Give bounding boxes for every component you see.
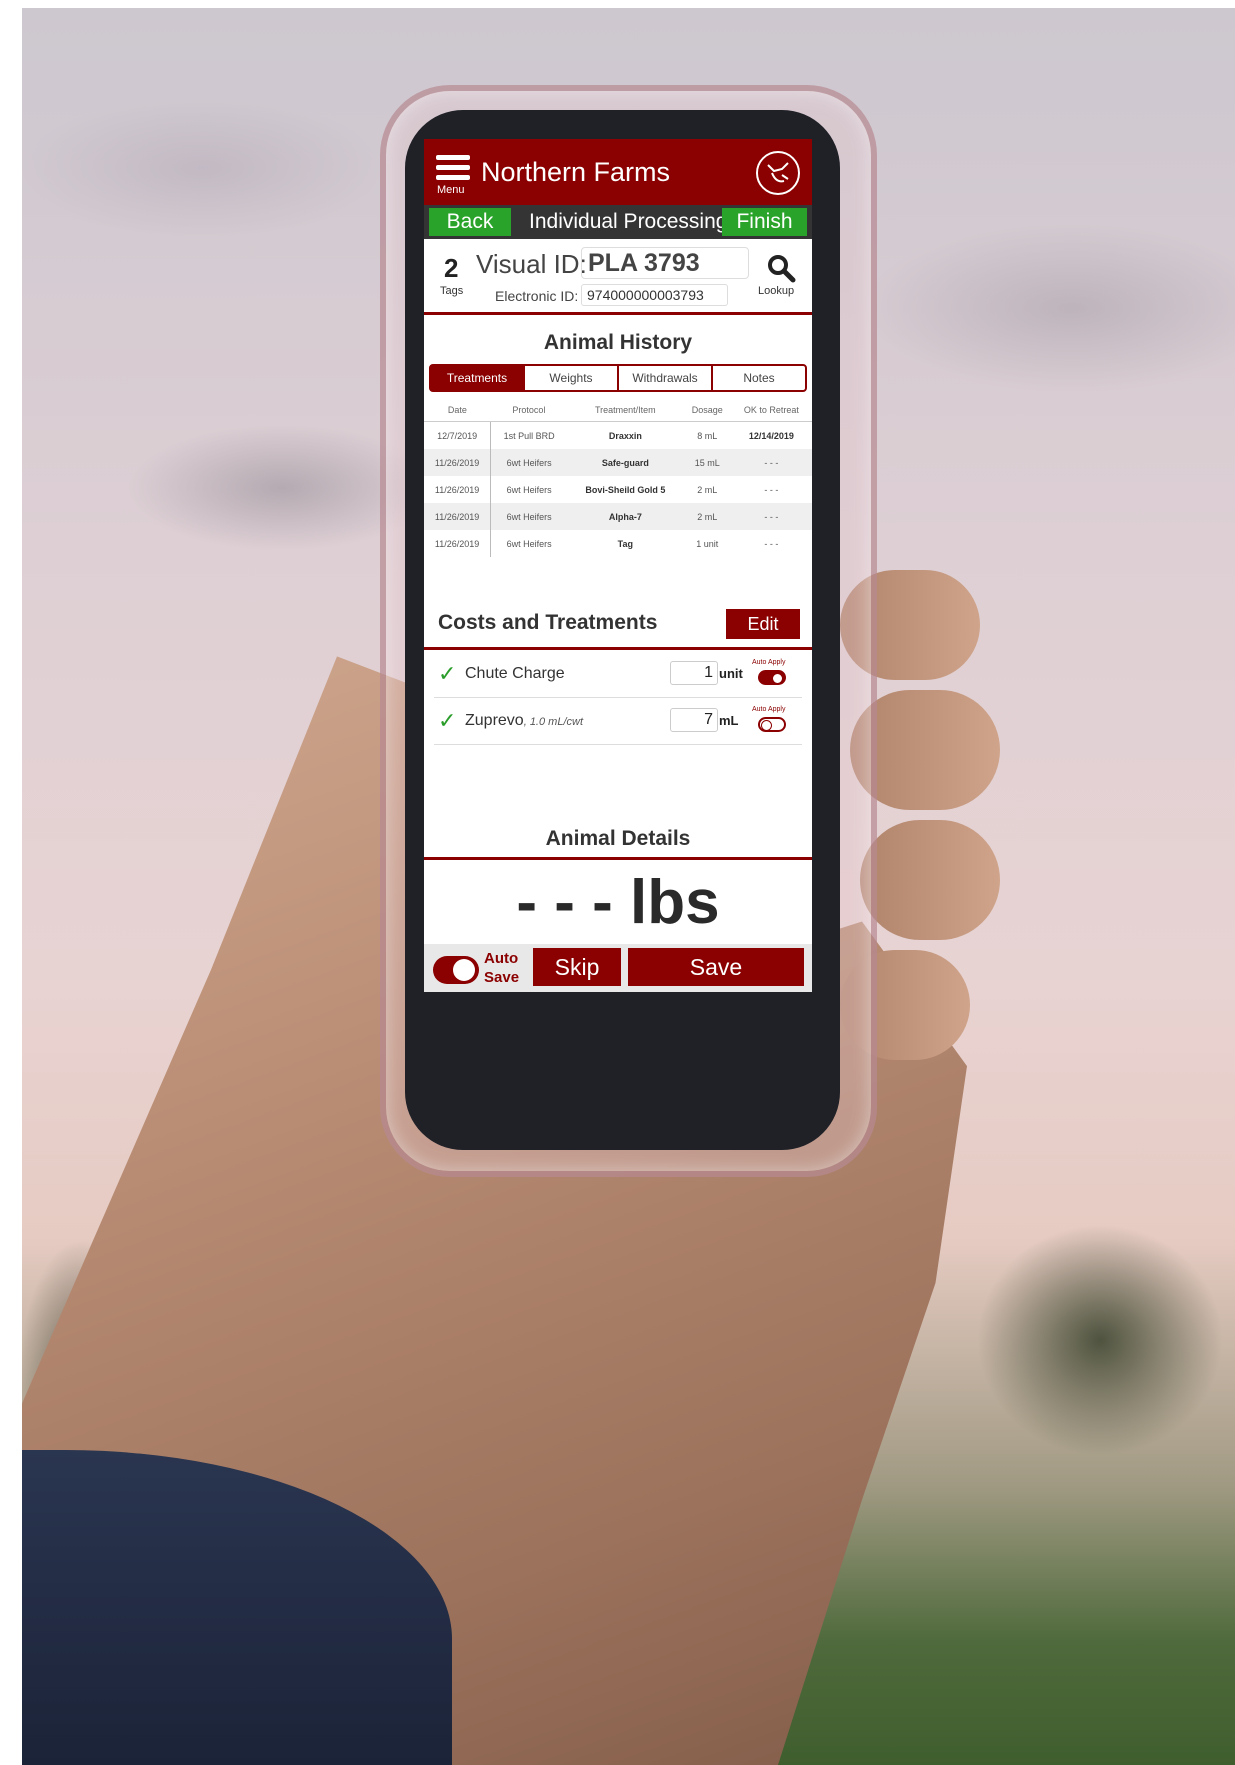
edit-button[interactable]: Edit <box>726 609 800 639</box>
cell-item: Safe-guard <box>566 449 684 476</box>
page-title: Individual Processing <box>529 210 728 233</box>
cell-date: 11/26/2019 <box>424 530 492 557</box>
menu-label: Menu <box>437 184 465 196</box>
hamburger-menu-icon[interactable] <box>436 155 470 181</box>
cell-dosage: 2 mL <box>697 484 718 495</box>
cost-item-name: Chute Charge <box>465 665 565 682</box>
cell-date: 11/26/2019 <box>424 449 492 476</box>
tab-treatments[interactable]: Treatments <box>431 366 525 390</box>
auto-apply-label: Auto Apply <box>752 659 786 666</box>
column-header: Treatment/Item <box>566 399 684 422</box>
auto-apply-label: Auto Apply <box>752 706 786 713</box>
electronic-id-label: Electronic ID: <box>495 288 579 304</box>
cost-item-chute-charge[interactable]: ✓ Chute Charge 1 unit Auto Apply <box>434 651 802 698</box>
cell-retreat: - - - <box>730 449 812 476</box>
column-header: Date <box>424 399 491 422</box>
cell-item: Draxxin <box>608 430 642 441</box>
history-tabs: Treatments Weights Withdrawals Notes <box>429 364 807 392</box>
bull-logo-icon <box>756 151 800 195</box>
table-row[interactable]: 11/26/2019 6wt Heifers Alpha-7 2 mL - - … <box>424 503 812 530</box>
table-row[interactable]: 11/26/2019 6wt Heifers Safe-guard 15 mL … <box>424 449 812 476</box>
tags-label: Tags <box>440 285 464 297</box>
costs-title: Costs and Treatments <box>438 611 658 634</box>
cell-dosage: 8 mL <box>697 430 718 441</box>
farm-title: Northern Farms <box>481 157 671 187</box>
treatment-history-table: Date Protocol Treatment/Item Dosage OK t… <box>424 399 812 557</box>
visual-id-label: Visual ID: <box>476 249 587 279</box>
cost-item-name: Zuprevo, 1.0 mL/cwt <box>465 712 583 729</box>
cell-item: Bovi-Sheild Gold 5 <box>585 484 666 495</box>
cell-protocol: 1st Pull BRD <box>503 430 555 441</box>
lookup-label[interactable]: Lookup <box>758 285 794 297</box>
cell-retreat: - - - <box>730 503 812 530</box>
tab-weights[interactable]: Weights <box>525 366 619 390</box>
cell-dosage: 15 mL <box>683 449 731 476</box>
nav-bar: Back Individual Processing Finish <box>424 205 812 239</box>
cell-retreat: 12/14/2019 <box>748 430 794 441</box>
tag-count: 2 <box>444 253 459 283</box>
background-trees-right <box>930 1170 1235 1470</box>
tab-notes[interactable]: Notes <box>713 366 805 390</box>
cell-protocol: 6wt Heifers <box>506 484 552 495</box>
quantity-field[interactable]: 1 <box>670 661 718 685</box>
cell-item: Alpha-7 <box>566 503 684 530</box>
divider <box>424 647 812 650</box>
app-screen: Menu Northern Farms Back Individual Proc… <box>424 139 812 992</box>
cell-retreat: - - - <box>764 484 779 495</box>
cell-dosage: 1 unit <box>696 538 719 549</box>
cell-retreat: - - - <box>764 538 779 549</box>
auto-apply-toggle[interactable] <box>758 717 786 732</box>
back-button[interactable]: Back <box>429 208 511 236</box>
tab-withdrawals[interactable]: Withdrawals <box>619 366 713 390</box>
quantity-field[interactable]: 7 <box>670 708 718 732</box>
column-header: OK to Retreat <box>730 399 812 422</box>
app-header: Menu Northern Farms <box>424 139 812 205</box>
auto-save-label: Auto Save <box>484 950 520 986</box>
table-row[interactable]: 11/26/2019 6wt Heifers Bovi-Sheild Gold … <box>424 476 812 503</box>
cell-date: 11/26/2019 <box>424 503 492 530</box>
cell-protocol: 6wt Heifers <box>490 503 567 530</box>
skip-button[interactable]: Skip <box>533 948 621 986</box>
divider <box>424 312 812 315</box>
cost-item-zuprevo[interactable]: ✓ Zuprevo, 1.0 mL/cwt 7 mL Auto Apply <box>434 698 802 745</box>
checkmark-icon[interactable]: ✓ <box>438 661 456 687</box>
visual-id-field[interactable]: PLA 3793 <box>581 247 749 279</box>
unit-label: unit <box>719 666 743 681</box>
weight-readout: - - - lbs <box>516 868 720 937</box>
finish-button[interactable]: Finish <box>722 208 807 236</box>
save-button[interactable]: Save <box>628 948 804 986</box>
cell-date: 12/7/2019 <box>424 421 492 449</box>
cell-protocol: 6wt Heifers <box>506 538 552 549</box>
column-header: Protocol <box>490 399 567 422</box>
search-icon[interactable] <box>766 253 796 283</box>
cell-date: 11/26/2019 <box>424 476 492 503</box>
bottom-action-bar: Auto Save Skip Save <box>424 944 812 992</box>
divider <box>424 857 812 860</box>
electronic-id-field[interactable]: 974000000003793 <box>581 284 728 306</box>
table-row[interactable]: 12/7/2019 1st Pull BRD Draxxin 8 mL 12/1… <box>424 421 812 449</box>
animal-details-title: Animal Details <box>545 827 691 850</box>
checkmark-icon[interactable]: ✓ <box>438 708 456 734</box>
cell-protocol: 6wt Heifers <box>490 449 567 476</box>
auto-apply-toggle[interactable] <box>758 670 786 685</box>
cell-dosage: 2 mL <box>683 503 731 530</box>
cell-item: Tag <box>617 538 634 549</box>
unit-label: mL <box>719 713 739 728</box>
column-header: Dosage <box>683 399 731 422</box>
table-row[interactable]: 11/26/2019 6wt Heifers Tag 1 unit - - - <box>424 530 812 557</box>
auto-save-toggle[interactable] <box>433 956 479 984</box>
animal-history-title: Animal History <box>543 331 693 354</box>
